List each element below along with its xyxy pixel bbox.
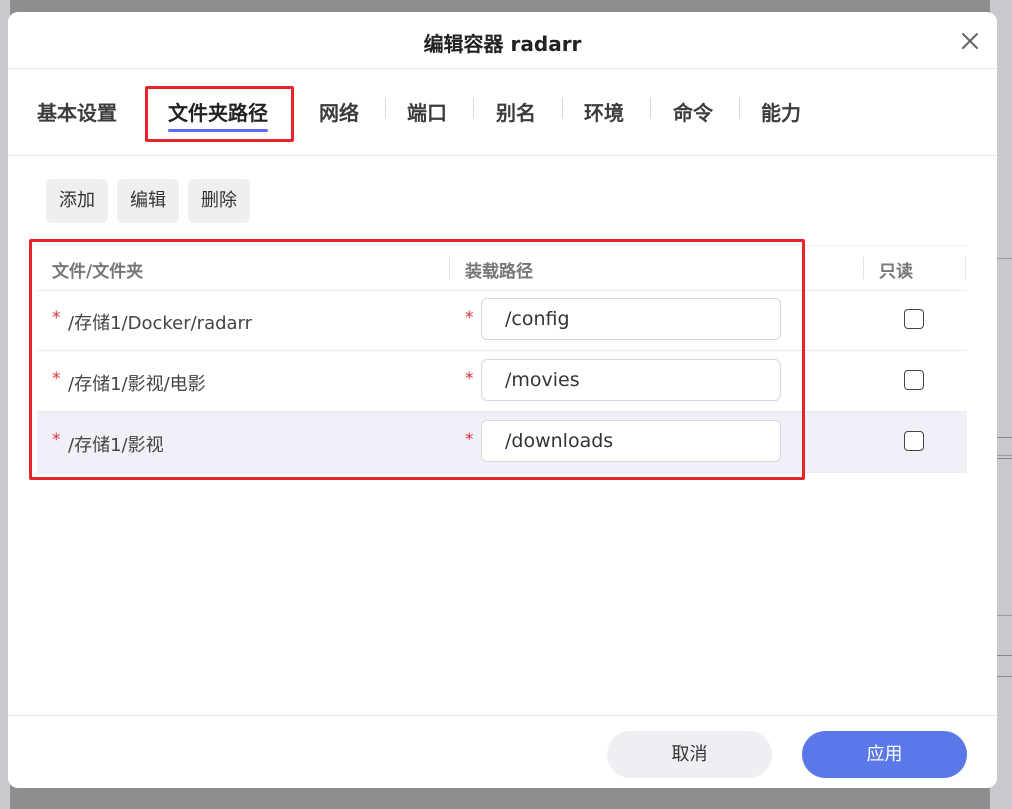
tab-highlight-box [145, 86, 294, 142]
column-separator [863, 257, 864, 279]
readonly-checkbox[interactable] [904, 309, 924, 329]
tab-command[interactable]: 命令 [673, 97, 713, 126]
tab-environment[interactable]: 环境 [584, 97, 624, 126]
tab-bar: 基本设置 文件夹路径 网络 端口 别名 环境 命令 能力 [8, 69, 997, 156]
column-separator [965, 257, 966, 279]
readonly-checkbox[interactable] [904, 431, 924, 451]
tab-separator [385, 98, 386, 118]
tab-ports[interactable]: 端口 [407, 97, 447, 126]
dialog-title: 编辑容器 radarr [423, 32, 582, 56]
add-button[interactable]: 添加 [46, 179, 108, 223]
tab-network[interactable]: 网络 [319, 97, 359, 126]
close-icon[interactable] [959, 30, 981, 52]
tab-separator [473, 98, 474, 118]
dialog-footer: 取消 应用 [8, 715, 997, 788]
dialog-header: 编辑容器 radarr [8, 12, 997, 69]
table-highlight-box [29, 239, 805, 480]
edit-button[interactable]: 编辑 [117, 179, 179, 223]
tab-separator [739, 98, 740, 118]
tab-separator [562, 98, 563, 118]
delete-button[interactable]: 删除 [188, 179, 250, 223]
tab-capabilities[interactable]: 能力 [761, 97, 801, 126]
tab-separator [650, 98, 651, 118]
cancel-button[interactable]: 取消 [607, 731, 772, 778]
tab-basic-settings[interactable]: 基本设置 [37, 97, 117, 126]
readonly-checkbox[interactable] [904, 370, 924, 390]
apply-button[interactable]: 应用 [802, 731, 967, 778]
tab-aliases[interactable]: 别名 [496, 97, 536, 126]
column-header-readonly: 只读 [879, 262, 913, 282]
edit-container-dialog: 编辑容器 radarr 基本设置 文件夹路径 网络 端口 别名 环境 命令 能力… [8, 12, 997, 788]
